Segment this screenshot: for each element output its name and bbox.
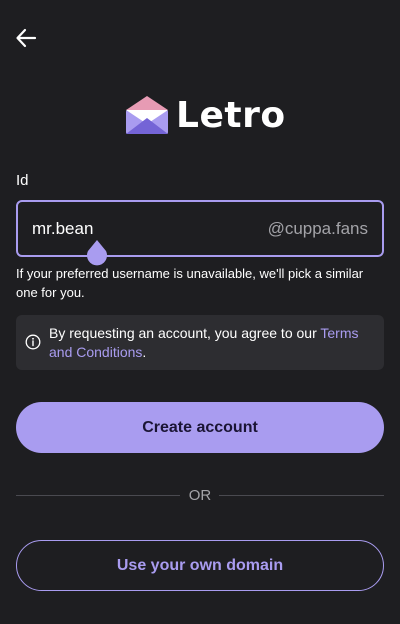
divider-line-left: [16, 495, 180, 496]
back-button[interactable]: [12, 24, 40, 52]
id-label: Id: [16, 172, 29, 189]
envelope-logo-icon: [126, 96, 168, 134]
id-field[interactable]: @cuppa.fans: [16, 200, 384, 257]
notice-text: By requesting an account, you agree to o…: [49, 324, 379, 362]
terms-notice: By requesting an account, you agree to o…: [16, 315, 384, 370]
divider-line-right: [219, 495, 384, 496]
text-cursor-handle[interactable]: [86, 240, 108, 266]
domain-suffix: @cuppa.fans: [267, 219, 368, 238]
brand-logo: Letro: [124, 94, 286, 136]
info-icon: [25, 334, 41, 350]
arrow-left-icon: [16, 28, 37, 48]
create-account-button[interactable]: Create account: [16, 402, 384, 453]
use-own-domain-button[interactable]: Use your own domain: [16, 540, 384, 591]
notice-text-after: .: [142, 344, 147, 360]
id-helper-text: If your preferred username is unavailabl…: [16, 266, 364, 300]
or-divider: OR: [188, 487, 212, 504]
id-input[interactable]: [32, 202, 252, 255]
notice-text-before: By requesting an account, you agree to o…: [49, 325, 321, 341]
brand-name: Letro: [176, 94, 286, 136]
